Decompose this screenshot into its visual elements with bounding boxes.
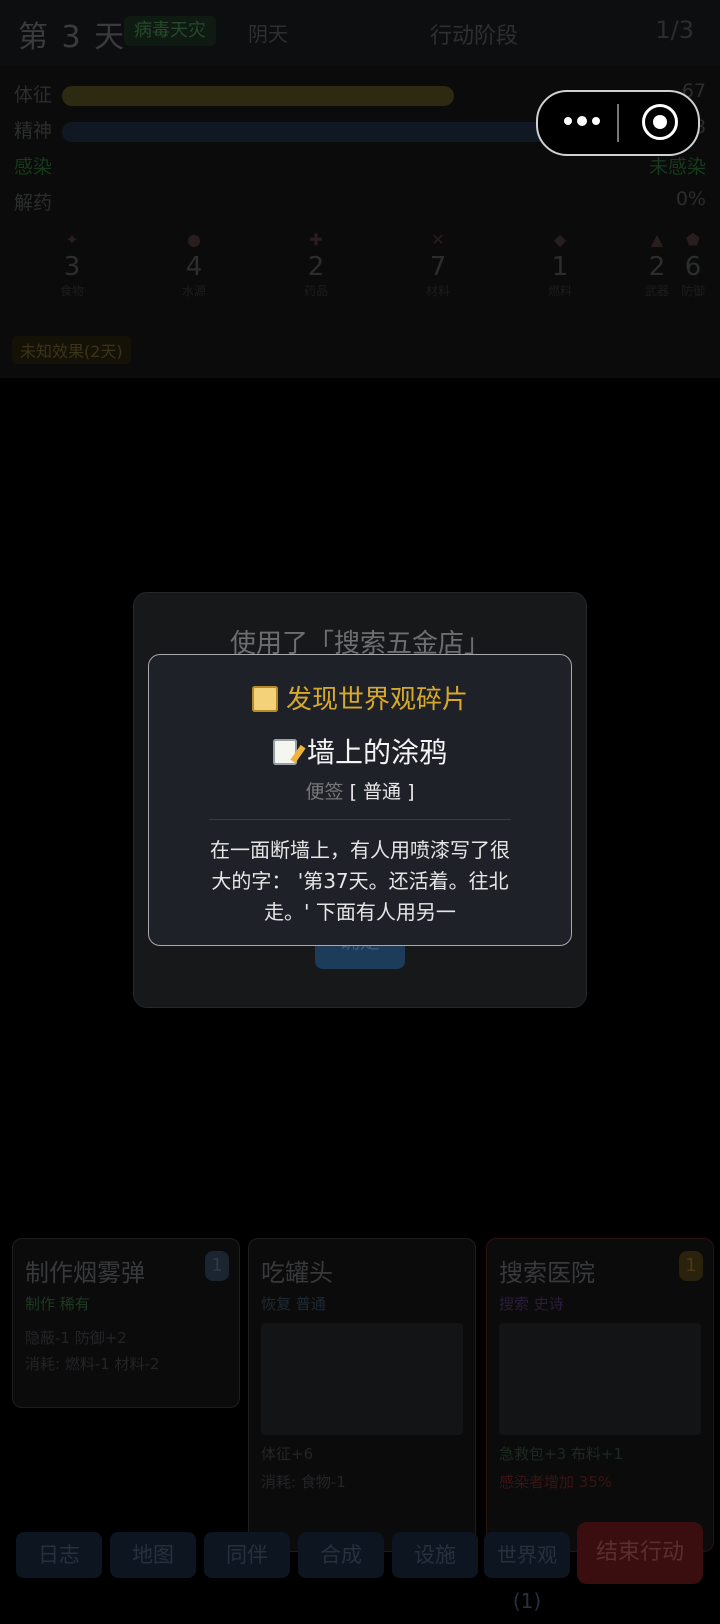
divider — [209, 819, 511, 820]
resource-value: 3 — [63, 252, 81, 282]
infection-value: 未感染 — [648, 156, 706, 178]
card-tag: 恢复 普通 — [261, 1295, 326, 1313]
card-title: 吃罐头 — [261, 1259, 333, 1287]
fragment-rarity-text: 普通 — [363, 781, 402, 803]
popup-title-text: 发现世界观碎片 — [285, 685, 468, 715]
health-label: 体征 — [14, 84, 53, 106]
resource-name: 防御 — [680, 284, 705, 298]
card-effect: 体征+6 — [261, 1445, 314, 1463]
food-icon: ✦ — [65, 230, 79, 249]
game-screen: 第 3 天 病毒天灾 阴天 行动阶段 1/3 体征 67 精神 8 感染 未感染… — [0, 0, 720, 1613]
resource-name: 水源 — [181, 284, 206, 298]
card-cost: 1 — [205, 1251, 229, 1281]
scroll-icon — [251, 686, 278, 712]
popup-title: 发现世界观碎片 — [149, 679, 571, 716]
resource-name: 食物 — [59, 284, 84, 298]
infection-label: 感染 — [14, 156, 53, 178]
health-bar — [62, 86, 454, 106]
top-status-bar: 第 3 天 病毒天灾 阴天 行动阶段 1/3 — [0, 0, 720, 66]
action-counter: 1/3 — [655, 16, 694, 44]
spirit-label: 精神 — [14, 120, 53, 142]
capsule-divider — [617, 104, 619, 142]
water-icon: ● — [187, 230, 201, 249]
resource-defense: ⬟ 6 防御 — [664, 230, 720, 299]
phase-label: 行动阶段 — [430, 24, 519, 49]
nav-worldview-button[interactable]: 世界观(1) — [484, 1532, 570, 1613]
memo-icon — [272, 739, 297, 765]
nav-map-button[interactable]: 地图 — [110, 1532, 196, 1578]
close-target-icon[interactable] — [642, 104, 678, 140]
resource-water: ● 4 水源 — [164, 230, 224, 299]
card-consume: 消耗: 食物-1 — [261, 1473, 346, 1491]
resource-value: 2 — [307, 252, 325, 282]
card-tag: 搜索 史诗 — [499, 1295, 564, 1313]
fragment-text: 在一面断墙上，有人用喷漆写了很 大的字： '第37天。还活着。往北 走。' 下面… — [175, 835, 545, 928]
miniprogram-capsule — [536, 90, 700, 156]
fragment-name-text: 墙上的涂鸦 — [306, 736, 447, 769]
fragment-type: 便签 [ 普通 ] — [149, 777, 571, 804]
fragment-text-line: 走。' 下面有人用另一 — [264, 900, 456, 924]
resource-value: 4 — [185, 252, 203, 282]
antidote-value: 0% — [675, 188, 706, 210]
resource-value: 7 — [429, 252, 447, 282]
card-art — [261, 1323, 463, 1435]
nav-companion-button[interactable]: 同伴 — [204, 1532, 290, 1578]
fragment-name: 墙上的涂鸦 — [149, 731, 571, 771]
defense-icon: ⬟ — [686, 230, 700, 249]
card-tag: 制作 稀有 — [25, 1295, 90, 1313]
fragment-rarity: [ 普通 ] — [349, 781, 415, 803]
card-title: 制作烟雾弹 — [25, 1259, 145, 1287]
spirit-bar — [62, 122, 582, 142]
card-consume: 消耗: 燃料-1 材料-2 — [25, 1355, 160, 1373]
material-icon: ✕ — [431, 230, 445, 249]
card-effect: 急救包+3 布料+1 — [499, 1445, 623, 1463]
card-cost: 1 — [679, 1251, 703, 1281]
fuel-icon: ◆ — [553, 230, 567, 249]
card-effect: 隐蔽-1 防御+2 — [25, 1329, 127, 1347]
disaster-badge: 病毒天灾 — [124, 16, 216, 46]
resource-value: 1 — [551, 252, 569, 282]
card-title: 搜索医院 — [499, 1259, 595, 1287]
antidote-row: 解药 0% — [14, 186, 706, 218]
medicine-icon: ✚ — [309, 230, 323, 249]
more-icon[interactable] — [564, 112, 614, 132]
nav-log-button[interactable]: 日志 — [16, 1532, 102, 1578]
antidote-label: 解药 — [14, 192, 53, 214]
resource-name: 药品 — [303, 284, 328, 298]
nav-facility-button[interactable]: 设施 — [392, 1532, 478, 1578]
resource-name: 材料 — [425, 284, 450, 298]
resource-material: ✕ 7 材料 — [408, 230, 468, 299]
resource-value: 6 — [684, 252, 702, 282]
status-effect: 未知效果(2天) — [12, 336, 131, 364]
end-turn-button[interactable]: 结束行动 — [577, 1522, 703, 1584]
fragment-text-line: 在一面断墙上，有人用喷漆写了很 — [210, 838, 510, 862]
resource-food: ✦ 3 食物 — [42, 230, 102, 299]
day-counter: 第 3 天 — [18, 20, 127, 55]
resource-fuel: ◆ 1 燃料 — [530, 230, 590, 299]
weather-label: 阴天 — [248, 22, 288, 46]
fragment-type-text: 便签 — [305, 781, 344, 803]
action-card-hospital[interactable]: 搜索医院 1 搜索 史诗 急救包+3 布料+1 感染者增加 35% — [486, 1238, 714, 1552]
resource-medicine: ✚ 2 药品 — [286, 230, 346, 299]
action-card-smoke[interactable]: 制作烟雾弹 1 制作 稀有 隐蔽-1 防御+2 消耗: 燃料-1 材料-2 — [12, 1238, 240, 1408]
action-card-canned[interactable]: 吃罐头 恢复 普通 体征+6 消耗: 食物-1 — [248, 1238, 476, 1552]
nav-craft-button[interactable]: 合成 — [298, 1532, 384, 1578]
card-risk: 感染者增加 35% — [499, 1473, 613, 1491]
card-art — [499, 1323, 701, 1435]
resource-name: 燃料 — [547, 284, 572, 298]
worldview-fragment-popup[interactable]: 发现世界观碎片 墙上的涂鸦 便签 [ 普通 ] 在一面断墙上，有人用喷漆写了很 … — [148, 654, 572, 946]
fragment-text-line: 大的字： '第37天。还活着。往北 — [211, 869, 509, 893]
